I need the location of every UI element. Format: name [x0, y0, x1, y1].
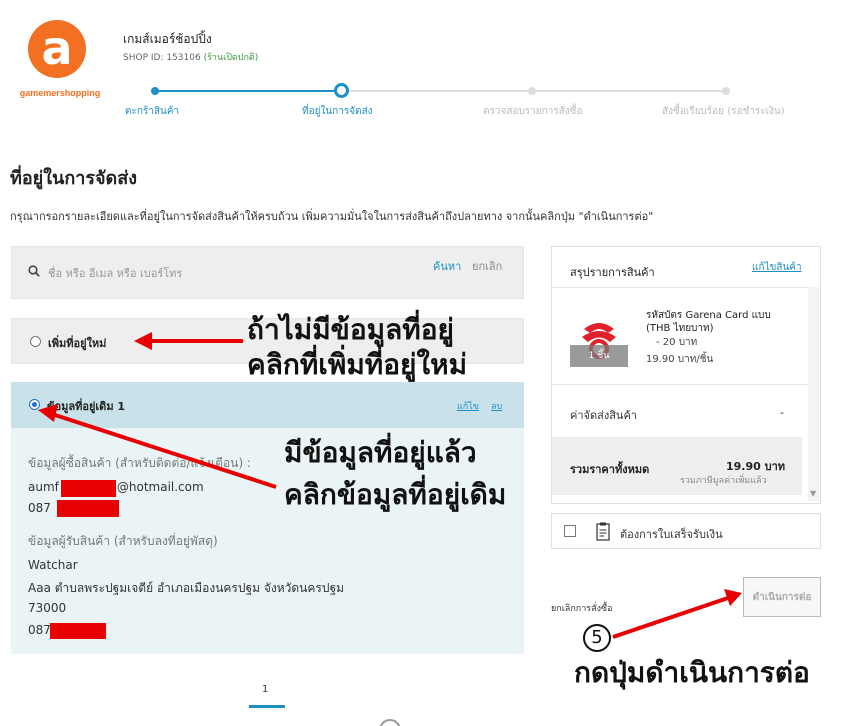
total-label: รวมราคาทั้งหมด [570, 463, 650, 476]
existing-address-label: ข้อมูลที่อยู่เดิม 1 [47, 400, 126, 413]
delete-address-link[interactable]: ลบ [491, 399, 502, 413]
summary-scrollbar[interactable]: ▼ [808, 287, 820, 501]
step-number-badge: 5 [583, 624, 611, 652]
shipping-value: - [780, 406, 784, 419]
shop-id-label: SHOP ID: 153106 [123, 53, 201, 63]
product-qty-badge: 1 ชิ้น [570, 345, 628, 367]
shop-name: เกมส์เมอร์ช้อปปิ้ง [123, 32, 212, 46]
address-search-input[interactable] [48, 263, 408, 283]
logo-glyph: a [41, 21, 73, 75]
arrow-head-continue [724, 589, 742, 606]
recipient-heading: ข้อมูลผู้รับสินค้า (สำหรับลงที่อยู่พัสดุ… [28, 534, 218, 548]
edit-address-link[interactable]: แก้ไข [457, 399, 479, 413]
annotation-no-address-2: คลิกที่เพิ่มที่อยู่ใหม่ [247, 348, 468, 381]
redaction-buyer-phone [57, 500, 119, 517]
recipient-phone: 087 [28, 623, 51, 637]
annotation-has-address-2: คลิกข้อมูลที่อยู่เดิม [284, 478, 507, 511]
shop-status: (ร้านเปิดปกติ) [203, 53, 259, 63]
receipt-icon [596, 522, 610, 541]
buyer-heading: ข้อมูลผู้ซื้อสินค้า (สำหรับติดต่อ/แจ้งเต… [28, 456, 251, 470]
invoice-option[interactable]: ต้องการใบเสร็จรับเงิน [551, 513, 821, 549]
total-box: รวมราคาทั้งหมด 19.90 บาท รวมภาษีมูลค่าเพ… [552, 437, 802, 495]
stepper-line-todo [348, 90, 728, 92]
product-price: 19.90 บาท/ชิ้น [646, 354, 714, 365]
summary-divider [552, 287, 810, 288]
order-summary-panel: สรุปรายการสินค้า แก้ไขสินค้า 1 ชิ้น รหัส… [551, 246, 821, 504]
address-search-panel: ค้นหา ยกเลิก [11, 246, 524, 299]
annotation-has-address-1: มีข้อมูลที่อยู่แล้ว [284, 436, 477, 469]
buyer-email-suffix: @hotmail.com [116, 480, 204, 494]
summary-title: สรุปรายการสินค้า [570, 266, 655, 279]
page-title: ที่อยู่ในการจัดส่ง [10, 168, 138, 189]
product-name: รหัสบัตร Garena Card แบบ (THB ไทยบาท) [646, 310, 771, 334]
step-dot-done [722, 87, 730, 95]
product-variant: - 20 บาท [656, 337, 698, 348]
invoice-label: ต้องการใบเสร็จรับเงิน [620, 528, 723, 541]
step-address: ที่อยู่ในการจัดส่ง [302, 106, 373, 117]
recipient-address: Aaa ตำบลพระปฐมเจดีย์ อำเภอเมืองนครปฐม จั… [28, 581, 344, 595]
step-dot-cart [151, 87, 159, 95]
shipping-label: ค่าจัดส่งสินค้า [570, 409, 637, 422]
new-address-radio[interactable] [30, 336, 41, 347]
step-review: ตรวจสอบรายการสั่งซื้อ [483, 106, 583, 117]
search-button[interactable]: ค้นหา [433, 257, 461, 275]
existing-address-radio[interactable] [29, 399, 40, 410]
pagination-active-indicator [249, 705, 285, 708]
step-cart[interactable]: ตะกร้าสินค้า [125, 104, 179, 119]
edit-products-link[interactable]: แก้ไขสินค้า [752, 260, 802, 275]
continue-button[interactable]: ดำเนินการต่อ [743, 577, 821, 617]
step-dot-address [334, 83, 349, 98]
scroll-down-icon[interactable]: ▼ [810, 489, 816, 498]
summary-divider [552, 384, 810, 385]
vat-note: รวมภาษีมูลค่าเพิ่มแล้ว [680, 476, 767, 486]
new-address-label: เพิ่มที่อยู่ใหม่ [48, 337, 107, 350]
search-icon [28, 265, 40, 277]
annotation-circle-partial [379, 719, 401, 726]
cancel-order-link[interactable]: ยกเลิกการสั่งซื้อ [551, 601, 613, 615]
redaction-recipient-phone [50, 623, 106, 639]
annotation-no-address-1: ถ้าไม่มีข้อมูลที่อยู่ [247, 313, 454, 346]
arrow-continue [612, 596, 729, 639]
recipient-postcode: 73000 [28, 601, 67, 615]
annotation-press-continue: กดปุ่มดำเนินการต่อ [574, 656, 810, 689]
shop-id: SHOP ID: 153106 (ร้านเปิดปกติ) [123, 50, 258, 64]
stepper-line-done [155, 90, 335, 92]
search-cancel-button[interactable]: ยกเลิก [472, 257, 502, 275]
existing-address-option[interactable]: ข้อมูลที่อยู่เดิม 1 แก้ไข ลบ [11, 382, 524, 428]
buyer-phone: 087 [28, 501, 51, 515]
step-dot-review [528, 87, 536, 95]
checkout-stepper: ตะกร้าสินค้า ที่อยู่ในการจัดส่ง ตรวจสอบร… [0, 80, 849, 120]
redaction-email [61, 480, 116, 497]
buyer-email-prefix: aumf [28, 480, 59, 494]
recipient-name: Watchar [28, 558, 78, 572]
page-description: กรุณากรอกรายละเอียดและที่อยู่ในการจัดส่ง… [10, 210, 654, 223]
pagination-page[interactable]: 1 [262, 684, 268, 695]
step-complete: สั่งซื้อเรียบร้อย (รอชำระเงิน) [662, 106, 785, 117]
invoice-checkbox[interactable] [564, 525, 576, 537]
